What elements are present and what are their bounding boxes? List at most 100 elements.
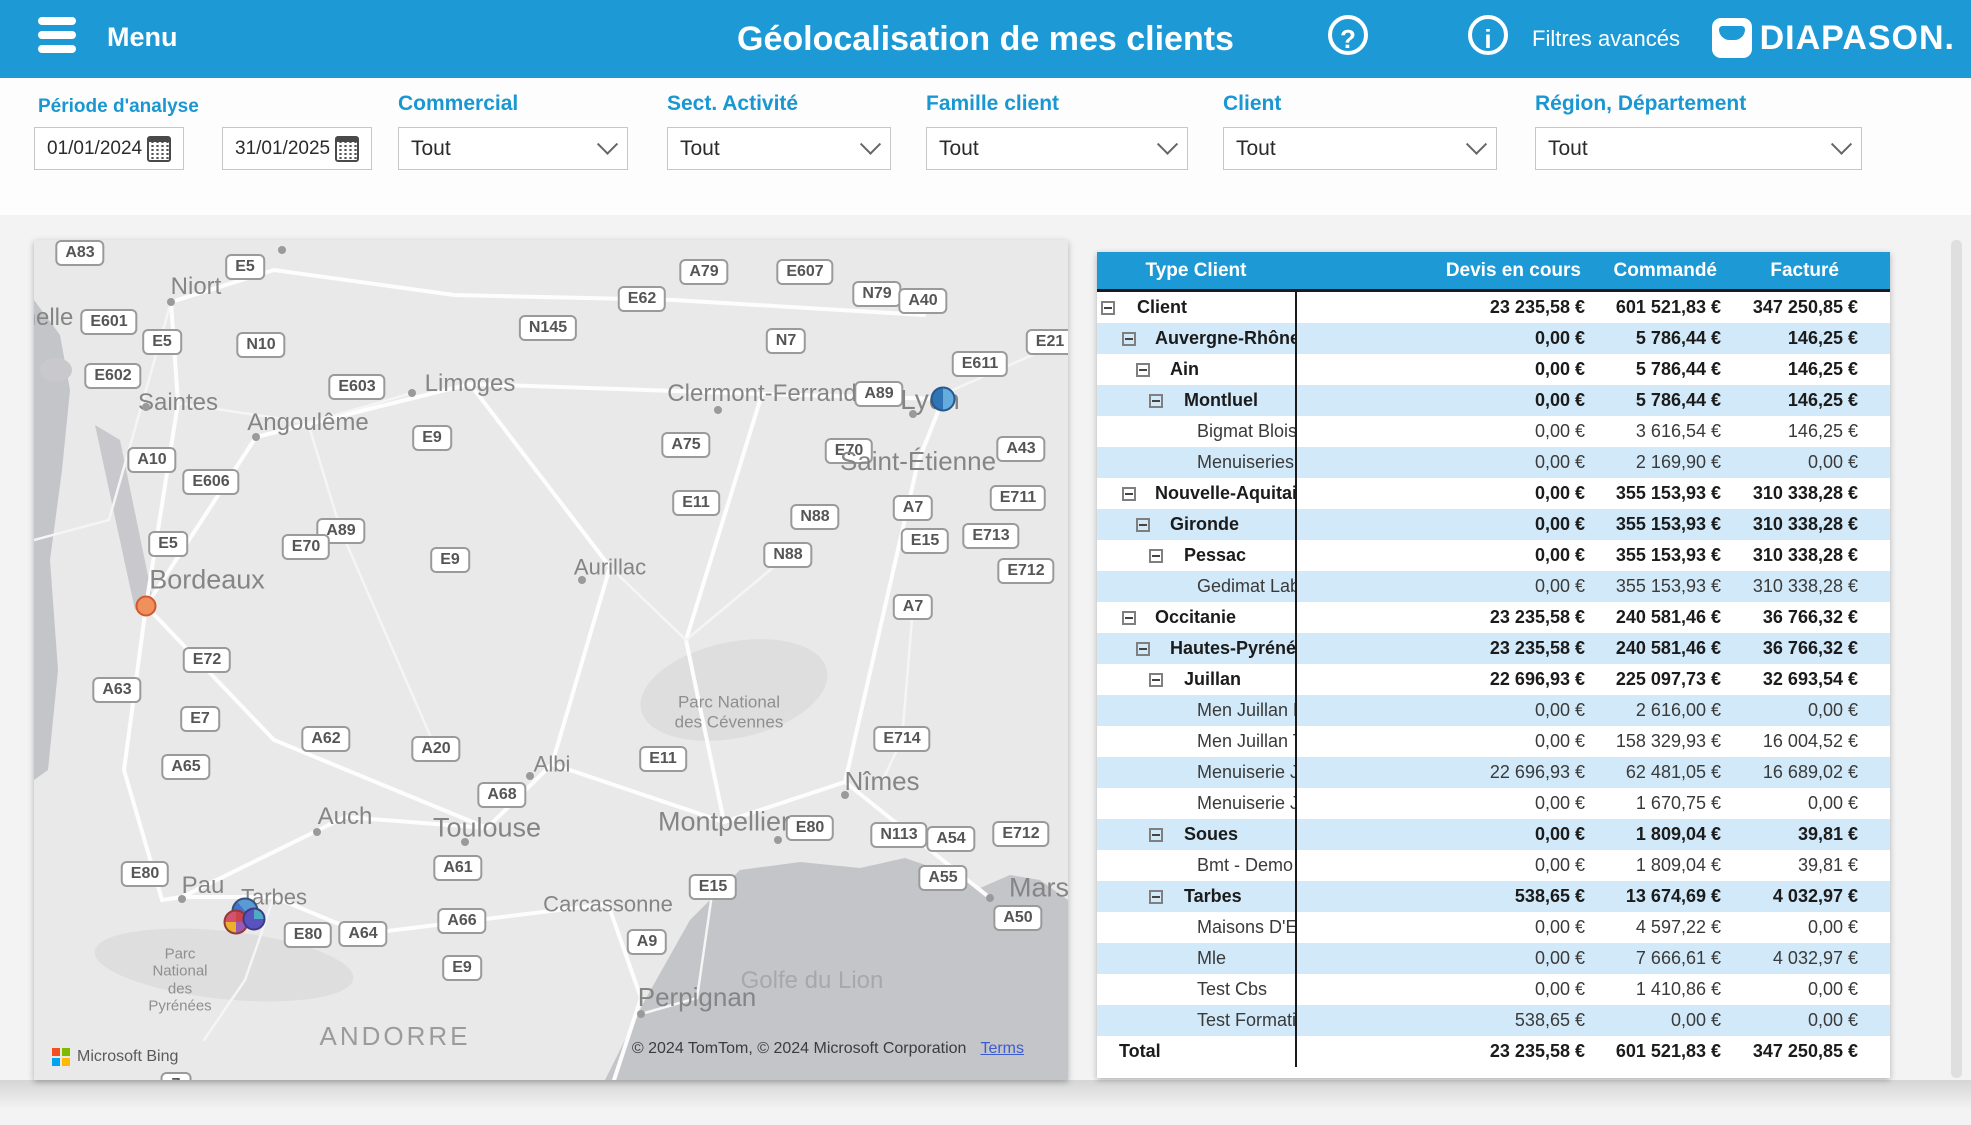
collapse-toggle-icon[interactable]: [1149, 394, 1163, 408]
value-cell: 158 329,93 €: [1587, 731, 1723, 752]
value-cell: 39,81 €: [1723, 824, 1860, 845]
help-icon[interactable]: ?: [1328, 15, 1368, 55]
advanced-filters-link[interactable]: Filtres avancés: [1532, 26, 1680, 52]
table-row[interactable]: Test Formation538,65 €0,00 €0,00 €: [1097, 1005, 1890, 1036]
collapse-toggle-icon[interactable]: [1122, 611, 1136, 625]
row-label-cell: Menuiserie Juillanaise: [1097, 793, 1295, 814]
info-icon[interactable]: i: [1468, 15, 1508, 55]
filter-dropdown-1[interactable]: Tout: [667, 127, 891, 170]
marker-lyon[interactable]: [931, 387, 956, 412]
column-header-facture[interactable]: Facturé: [1723, 260, 1860, 282]
value-cell: 32 693,54 €: [1723, 669, 1860, 690]
road-shield-e62: E62: [618, 286, 666, 312]
value-cell: 1 670,75 €: [1587, 793, 1723, 814]
map-city-dot: [142, 403, 150, 411]
table-row[interactable]: Bmt - Demo Start0,00 €1 809,04 €39,81 €: [1097, 850, 1890, 881]
bing-label: Microsoft Bing: [77, 1048, 178, 1066]
filter-dropdown-0[interactable]: Tout: [398, 127, 628, 170]
row-label-cell: Menuiseries Gac: [1097, 452, 1295, 473]
bing-logo[interactable]: Microsoft Bing: [52, 1048, 178, 1066]
collapse-toggle-icon[interactable]: [1149, 673, 1163, 687]
table-row[interactable]: Menuiserie Juillanaise0,00 €1 670,75 €0,…: [1097, 788, 1890, 819]
date-to-input[interactable]: 31/01/2025: [222, 127, 372, 170]
collapse-toggle-icon[interactable]: [1122, 332, 1136, 346]
hamburger-menu-icon[interactable]: [38, 17, 76, 61]
brand-name: DIAPASON.: [1760, 19, 1955, 58]
table-row[interactable]: Ain0,00 €5 786,44 €146,25 €: [1097, 354, 1890, 385]
terms-link[interactable]: Terms: [980, 1040, 1024, 1057]
road-shield-e711: E711: [990, 485, 1046, 511]
map-city-dot: [578, 576, 586, 584]
value-cell: 3 616,54 €: [1587, 421, 1723, 442]
zoom-level-badge: 7: [161, 1072, 192, 1080]
row-label-cell: Soues: [1097, 824, 1295, 845]
collapse-toggle-icon[interactable]: [1101, 301, 1115, 315]
value-cell: 23 235,58 €: [1295, 297, 1587, 318]
value-cell: 310 338,28 €: [1723, 545, 1860, 566]
map-city-dot: [714, 406, 722, 414]
table-row[interactable]: Men Juillan Bis0,00 €2 616,00 €0,00 €: [1097, 695, 1890, 726]
table-row[interactable]: Auvergne-Rhône-Alpes0,00 €5 786,44 €146,…: [1097, 323, 1890, 354]
menu-label[interactable]: Menu: [107, 22, 178, 53]
collapse-toggle-icon[interactable]: [1122, 487, 1136, 501]
table-row[interactable]: Nouvelle-Aquitaine0,00 €355 153,93 €310 …: [1097, 478, 1890, 509]
table-row[interactable]: Client23 235,58 €601 521,83 €347 250,85 …: [1097, 292, 1890, 323]
road-shield-e80: E80: [786, 815, 834, 841]
table-row[interactable]: Maisons D'En France Re…0,00 €4 597,22 €0…: [1097, 912, 1890, 943]
map-label-andorre: ANDORRE: [319, 1022, 470, 1052]
copyright-text: © 2024 TomTom, © 2024 Microsoft Corporat…: [632, 1040, 967, 1057]
map-visual[interactable]: Microsoft Bing 7 © 2024 TomTom, © 2024 M…: [34, 240, 1068, 1080]
filter-dropdown-3[interactable]: Tout: [1223, 127, 1497, 170]
calendar-icon[interactable]: [335, 136, 359, 162]
value-cell: 355 153,93 €: [1587, 514, 1723, 535]
row-label-cell: Men Juillan Ter: [1097, 731, 1295, 752]
microsoft-logo-icon: [52, 1048, 70, 1066]
collapse-toggle-icon[interactable]: [1136, 363, 1150, 377]
collapse-toggle-icon[interactable]: [1136, 642, 1150, 656]
filter-dropdown-4[interactable]: Tout: [1535, 127, 1862, 170]
table-row[interactable]: Mle0,00 €7 666,61 €4 032,97 €: [1097, 943, 1890, 974]
collapse-toggle-icon[interactable]: [1149, 828, 1163, 842]
value-cell: 2 169,90 €: [1587, 452, 1723, 473]
filter-label-1: Sect. Activité: [667, 92, 798, 116]
calendar-icon[interactable]: [147, 136, 171, 162]
table-row[interactable]: Montluel0,00 €5 786,44 €146,25 €: [1097, 385, 1890, 416]
column-header-commande[interactable]: Commandé: [1587, 260, 1723, 282]
table-row[interactable]: Occitanie23 235,58 €240 581,46 €36 766,3…: [1097, 602, 1890, 633]
table-row[interactable]: Test Cbs0,00 €1 410,86 €0,00 €: [1097, 974, 1890, 1005]
road-shield-n10: N10: [236, 332, 285, 358]
table-row[interactable]: Gironde0,00 €355 153,93 €310 338,28 €: [1097, 509, 1890, 540]
date-from-input[interactable]: 01/01/2024: [34, 127, 184, 170]
value-cell: 0,00 €: [1295, 793, 1587, 814]
road-shield-e80: E80: [284, 922, 332, 948]
table-row[interactable]: Pessac0,00 €355 153,93 €310 338,28 €: [1097, 540, 1890, 571]
column-header-type-client[interactable]: Type Client: [1097, 260, 1295, 282]
road-shield-e9: E9: [442, 955, 482, 981]
table-row[interactable]: Menuiserie Juillan22 696,93 €62 481,05 €…: [1097, 757, 1890, 788]
table-row[interactable]: Men Juillan Ter0,00 €158 329,93 €16 004,…: [1097, 726, 1890, 757]
table-row[interactable]: Soues0,00 €1 809,04 €39,81 €: [1097, 819, 1890, 850]
filter-dropdown-2[interactable]: Tout: [926, 127, 1188, 170]
table-row[interactable]: Menuiseries Gac0,00 €2 169,90 €0,00 €: [1097, 447, 1890, 478]
value-cell: 0,00 €: [1295, 483, 1587, 504]
value-cell: 0,00 €: [1295, 576, 1587, 597]
page-scrollbar[interactable]: [1951, 240, 1962, 1078]
table-row[interactable]: Juillan22 696,93 €225 097,73 €32 693,54 …: [1097, 664, 1890, 695]
collapse-toggle-icon[interactable]: [1136, 518, 1150, 532]
road-shield-a75: A75: [661, 432, 710, 458]
table-row[interactable]: Tarbes538,65 €13 674,69 €4 032,97 €: [1097, 881, 1890, 912]
column-header-devis[interactable]: Devis en cours: [1295, 260, 1587, 282]
map-label-saint-tienne: Saint-Étienne: [840, 447, 996, 477]
collapse-toggle-icon[interactable]: [1149, 890, 1163, 904]
collapse-toggle-icon[interactable]: [1149, 549, 1163, 563]
app-header: Menu Géolocalisation de mes clients ? i …: [0, 0, 1971, 78]
table-row[interactable]: Gedimat Labenne Roug…0,00 €355 153,93 €3…: [1097, 571, 1890, 602]
marker-cluster-3[interactable]: [243, 908, 266, 931]
marker-bordeaux[interactable]: [136, 596, 157, 617]
table-row[interactable]: Hautes-Pyrénées23 235,58 €240 581,46 €36…: [1097, 633, 1890, 664]
value-cell: 355 153,93 €: [1587, 483, 1723, 504]
row-label-cell: Menuiserie Juillan: [1097, 762, 1295, 783]
map-label-pau: Pau: [182, 872, 225, 900]
table-row[interactable]: Bigmat Blois0,00 €3 616,54 €146,25 €: [1097, 416, 1890, 447]
map-label-bordeaux: Bordeaux: [149, 564, 265, 595]
